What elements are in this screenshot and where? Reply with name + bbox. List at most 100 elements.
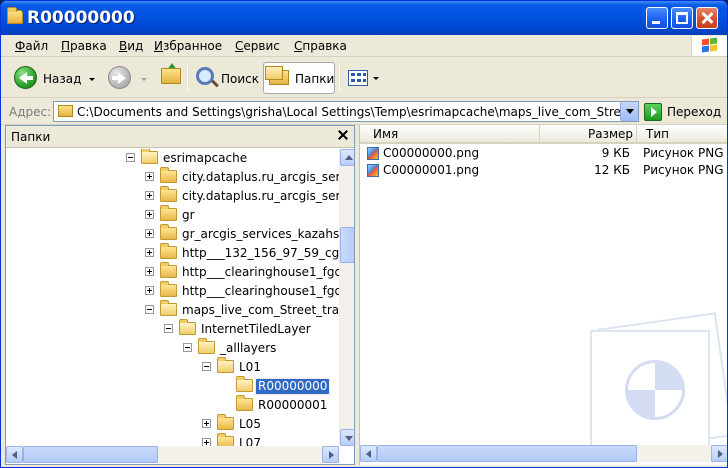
tree-item[interactable]: http___clearinghouse1_fgdc: [6, 281, 339, 301]
explorer-window: R00000000 Файл Правка Вид Избранное Серв…: [0, 0, 728, 468]
expand-icon[interactable]: [202, 438, 211, 446]
menu-view[interactable]: Вид: [119, 39, 143, 53]
maximize-icon: [676, 12, 688, 24]
open-folder-icon: [160, 300, 177, 316]
folder-icon: [160, 262, 177, 278]
expand-icon[interactable]: [145, 210, 154, 219]
back-dropdown-icon: [89, 78, 95, 81]
menu-file[interactable]: Файл: [15, 39, 48, 53]
folders-icon: [265, 66, 289, 85]
menu-bar: Файл Правка Вид Избранное Сервис Справка: [1, 35, 727, 57]
collapse-icon[interactable]: [126, 153, 135, 162]
expand-icon[interactable]: [145, 248, 154, 257]
forward-button[interactable]: [105, 62, 153, 94]
scroll-thumb[interactable]: [377, 445, 637, 462]
tree-item[interactable]: R00000000: [6, 376, 339, 396]
tree-item[interactable]: L01: [6, 357, 339, 377]
chevron-down-icon: [345, 436, 353, 441]
tree-item[interactable]: city.dataplus.ru_arcgis_serv: [6, 167, 339, 187]
column-type-label: Тип: [646, 127, 669, 141]
menu-file-label: айл: [25, 39, 49, 53]
tree-item[interactable]: http___132_156_97_59_cgi: [6, 243, 339, 263]
scroll-thumb[interactable]: [340, 227, 354, 263]
column-header-type[interactable]: Тип: [637, 125, 727, 144]
menu-tools[interactable]: Сервис: [235, 39, 280, 53]
forward-dropdown-icon: [141, 78, 147, 81]
menu-edit[interactable]: Правка: [61, 39, 107, 53]
menu-help-label: правка: [302, 39, 347, 53]
tree-item-label: InternetTiledLayer: [201, 322, 311, 336]
open-folder-icon: [179, 319, 196, 335]
expand-icon[interactable]: [145, 229, 154, 238]
expand-icon[interactable]: [202, 419, 211, 428]
tree-item-label: city.dataplus.ru_arcgis_serv: [182, 189, 339, 203]
menu-help[interactable]: Справка: [294, 39, 347, 53]
expand-icon[interactable]: [145, 191, 154, 200]
tree-item[interactable]: http___clearinghouse1_fgdc: [6, 262, 339, 282]
forward-arrow-icon: [108, 66, 131, 89]
windows-logo-icon: [691, 36, 727, 56]
menu-edit-key: П: [61, 39, 71, 53]
minimize-icon: [652, 21, 660, 24]
scroll-right-button[interactable]: [711, 445, 727, 462]
tree-item[interactable]: L05: [6, 414, 339, 434]
forward-arrow-glyph: [112, 72, 126, 84]
folder-icon: [160, 186, 177, 202]
close-button[interactable]: [696, 7, 718, 29]
files-horizontal-scrollbar[interactable]: [360, 445, 727, 462]
title-bar[interactable]: R00000000: [1, 1, 727, 35]
tree-item[interactable]: R00000001: [6, 395, 339, 415]
chevron-up-icon: [345, 155, 353, 160]
address-input[interactable]: C:\Documents and Settings\grisha\Local S…: [53, 101, 639, 122]
close-icon[interactable]: [337, 129, 349, 141]
tree-item-label: gr_arcgis_services_kazahst: [182, 227, 339, 241]
scroll-down-button[interactable]: [340, 429, 354, 446]
expand-icon[interactable]: [145, 172, 154, 181]
expand-icon[interactable]: [145, 267, 154, 276]
folders-pane-header: Папки: [6, 126, 354, 148]
go-button[interactable]: Переход: [667, 105, 721, 119]
tree-item[interactable]: gr_arcgis_services_kazahst: [6, 224, 339, 244]
go-arrow-icon[interactable]: [644, 103, 662, 121]
back-button[interactable]: Назад: [9, 62, 101, 94]
folder-icon: [160, 281, 177, 297]
column-header-name[interactable]: Имя: [360, 125, 540, 144]
chevron-left-icon: [366, 450, 371, 458]
tree-horizontal-scrollbar[interactable]: [6, 446, 339, 463]
open-folder-icon: [198, 338, 215, 354]
tree-item[interactable]: maps_live_com_Street_tran: [6, 300, 339, 320]
collapse-icon[interactable]: [164, 324, 173, 333]
file-name: C00000000.png: [383, 146, 480, 160]
scroll-left-button[interactable]: [360, 445, 377, 462]
tree-vertical-scrollbar[interactable]: [339, 149, 354, 446]
scroll-up-button[interactable]: [340, 149, 354, 166]
tree-item[interactable]: gr: [6, 205, 339, 225]
minimize-button[interactable]: [646, 7, 668, 29]
chevron-right-icon: [718, 450, 723, 458]
file-row[interactable]: C00000001.png 12 КБ Рисунок PNG: [360, 162, 727, 179]
scroll-right-button[interactable]: [322, 446, 339, 463]
tree-item[interactable]: esrimapcache: [6, 149, 339, 168]
scroll-thumb[interactable]: [23, 446, 158, 463]
expand-icon[interactable]: [145, 286, 154, 295]
folders-pane-title: Папки: [11, 130, 51, 144]
tree-item[interactable]: city.dataplus.ru_arcgis_serv: [6, 186, 339, 206]
collapse-icon[interactable]: [183, 343, 192, 352]
column-header-size[interactable]: Размер: [540, 125, 637, 144]
menu-favorites[interactable]: Избранное: [154, 39, 222, 53]
file-name: C00000001.png: [383, 163, 480, 177]
address-value: C:\Documents and Settings\grisha\Local S…: [77, 105, 621, 119]
maximize-button[interactable]: [671, 7, 693, 29]
file-row[interactable]: C00000000.png 9 КБ Рисунок PNG: [360, 145, 727, 162]
folder-up-button[interactable]: [161, 68, 181, 84]
tree-item[interactable]: _alllayers: [6, 338, 339, 358]
scroll-left-button[interactable]: [6, 446, 23, 463]
collapse-icon[interactable]: [145, 305, 154, 314]
folders-label: Папки: [295, 72, 335, 86]
tree-item[interactable]: L07: [6, 433, 339, 446]
chevron-down-icon: [626, 109, 634, 114]
tree-item[interactable]: InternetTiledLayer: [6, 319, 339, 339]
address-dropdown-button[interactable]: [620, 102, 638, 121]
collapse-icon[interactable]: [202, 362, 211, 371]
tree-item-label: R00000001: [258, 398, 328, 412]
